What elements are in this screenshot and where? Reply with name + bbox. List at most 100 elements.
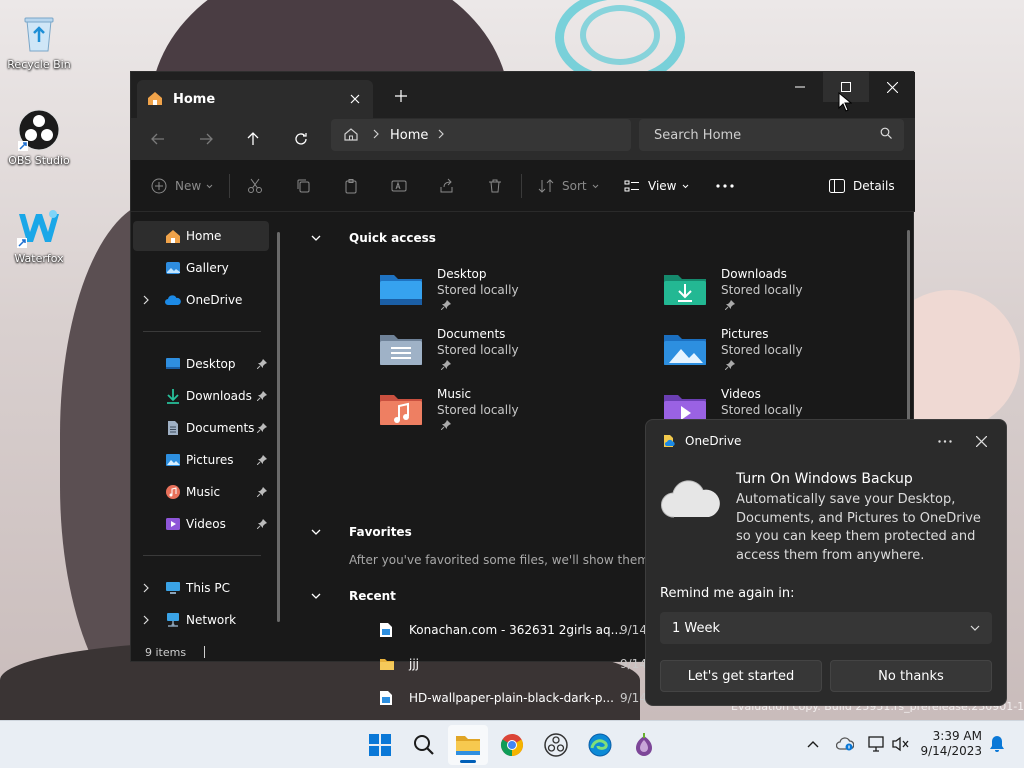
paste-button[interactable]	[343, 174, 359, 198]
chevron-right-icon	[373, 128, 380, 142]
details-pane-button[interactable]: Details	[829, 174, 895, 198]
chevron-right-icon	[143, 295, 149, 305]
nav-item-pictures[interactable]: Pictures	[133, 445, 269, 475]
network-icon	[167, 613, 179, 627]
new-tab-button[interactable]	[389, 84, 413, 108]
close-tab-icon[interactable]	[343, 87, 367, 111]
nav-item-network[interactable]: Network	[133, 605, 269, 635]
folder-icon	[456, 736, 480, 755]
start-button[interactable]	[360, 725, 400, 765]
desktop-folder-icon	[166, 358, 180, 369]
onedrive-cloud-icon	[165, 295, 181, 305]
pin-icon	[257, 359, 267, 369]
remind-interval-select[interactable]: 1 Week	[660, 612, 992, 644]
more-options-button[interactable]	[716, 174, 734, 198]
videos-icon	[166, 518, 180, 530]
tab-home[interactable]: Home	[137, 80, 373, 118]
minimize-button[interactable]	[777, 72, 823, 102]
nav-item-desktop[interactable]: Desktop	[133, 349, 269, 379]
gallery-icon	[166, 262, 180, 274]
section-quick-access[interactable]: Quick access	[311, 231, 436, 245]
nav-item-this-pc[interactable]: This PC	[133, 573, 269, 603]
chevron-down-icon	[592, 184, 598, 188]
back-button[interactable]	[141, 124, 175, 154]
desktop-folder-icon	[380, 275, 422, 305]
active-indicator	[460, 760, 476, 763]
taskbar-tor-browser[interactable]	[624, 725, 664, 765]
search-icon	[414, 735, 434, 755]
nav-item-onedrive[interactable]: OneDrive	[133, 285, 269, 315]
cut-button[interactable]	[247, 174, 263, 198]
section-favorites[interactable]: Favorites	[311, 525, 412, 539]
delete-button[interactable]	[487, 174, 503, 198]
forward-button[interactable]	[189, 124, 223, 154]
notification-center-button[interactable]	[986, 733, 1008, 755]
show-hidden-icons-button[interactable]	[802, 733, 824, 755]
music-folder-icon	[380, 395, 422, 425]
pin-icon	[257, 519, 267, 529]
search-button[interactable]	[404, 725, 444, 765]
address-bar[interactable]: Home	[331, 119, 631, 151]
obs-icon	[544, 733, 568, 757]
navigation-scrollbar[interactable]	[277, 232, 280, 622]
sort-button[interactable]: Sort	[538, 174, 599, 198]
scissors-icon	[248, 178, 262, 193]
nav-item-downloads[interactable]: Downloads	[133, 381, 269, 411]
refresh-button[interactable]	[284, 124, 318, 154]
lets-get-started-button[interactable]: Let's get started	[660, 660, 822, 692]
clock[interactable]: 3:39 AM 9/14/2023	[920, 729, 982, 759]
music-icon	[166, 485, 180, 499]
more-options-button[interactable]	[932, 430, 958, 452]
quick-access-item-pictures[interactable]: Pictures Stored locally	[663, 327, 923, 383]
copy-button[interactable]	[295, 174, 311, 198]
share-button[interactable]	[439, 174, 455, 198]
close-dialog-button[interactable]	[968, 430, 994, 452]
new-button[interactable]: New	[151, 174, 213, 198]
plus-circle-icon	[151, 178, 167, 194]
quick-access-item-downloads[interactable]: Downloads Stored locally	[663, 267, 923, 323]
quick-access-item-music[interactable]: Music Stored locally	[379, 387, 639, 443]
nav-item-music[interactable]: Music	[133, 477, 269, 507]
pin-icon	[257, 423, 267, 433]
favorites-empty-message: After you've favorited some files, we'll…	[349, 553, 684, 567]
desktop-icon-waterfox[interactable]: Waterfox	[1, 206, 77, 265]
tray-onedrive[interactable]	[834, 733, 856, 755]
image-file-icon	[380, 691, 392, 705]
home-icon	[166, 230, 180, 243]
recent-file-row[interactable]: HD-wallpaper-plain-black-dark-p... 9/14,	[379, 685, 651, 711]
more-dots-icon	[716, 184, 734, 188]
up-button[interactable]	[236, 124, 270, 154]
section-recent[interactable]: Recent	[311, 589, 396, 603]
network-monitor-icon	[868, 736, 884, 752]
downloads-folder-icon	[664, 275, 706, 305]
tray-network[interactable]	[866, 733, 888, 755]
taskbar-edge[interactable]	[580, 725, 620, 765]
close-window-button[interactable]	[869, 72, 915, 102]
chevron-right-icon[interactable]	[438, 128, 445, 142]
details-pane-icon	[829, 179, 845, 193]
nav-item-documents[interactable]: Documents	[133, 413, 269, 443]
chevron-right-icon	[143, 583, 149, 593]
desktop-icon-recycle-bin[interactable]: Recycle Bin	[1, 12, 77, 71]
nav-item-videos[interactable]: Videos	[133, 509, 269, 539]
taskbar-chrome[interactable]	[492, 725, 532, 765]
nav-item-gallery[interactable]: Gallery	[133, 253, 269, 283]
breadcrumb-home[interactable]: Home	[390, 128, 428, 143]
view-button[interactable]: View	[624, 174, 689, 198]
recent-file-row[interactable]: Konachan.com - 362631 2girls aq... 9/14,	[379, 617, 651, 643]
nav-item-home[interactable]: Home	[133, 221, 269, 251]
waterfox-icon	[17, 206, 61, 250]
rename-button[interactable]	[391, 174, 407, 198]
quick-access-item-desktop[interactable]: Desktop Stored locally	[379, 267, 639, 323]
copy-icon	[297, 179, 310, 193]
taskbar-obs[interactable]	[536, 725, 576, 765]
search-input[interactable]: Search Home	[639, 119, 904, 151]
tray-volume[interactable]	[890, 733, 912, 755]
desktop-icon-obs[interactable]: OBS Studio	[1, 108, 77, 167]
taskbar-file-explorer[interactable]	[448, 725, 488, 765]
quick-access-item-documents[interactable]: Documents Stored locally	[379, 327, 639, 383]
title-bar: Home	[131, 72, 915, 118]
no-thanks-button[interactable]: No thanks	[830, 660, 992, 692]
share-icon	[440, 178, 453, 193]
dialog-title: Turn On Windows Backup	[736, 471, 913, 487]
